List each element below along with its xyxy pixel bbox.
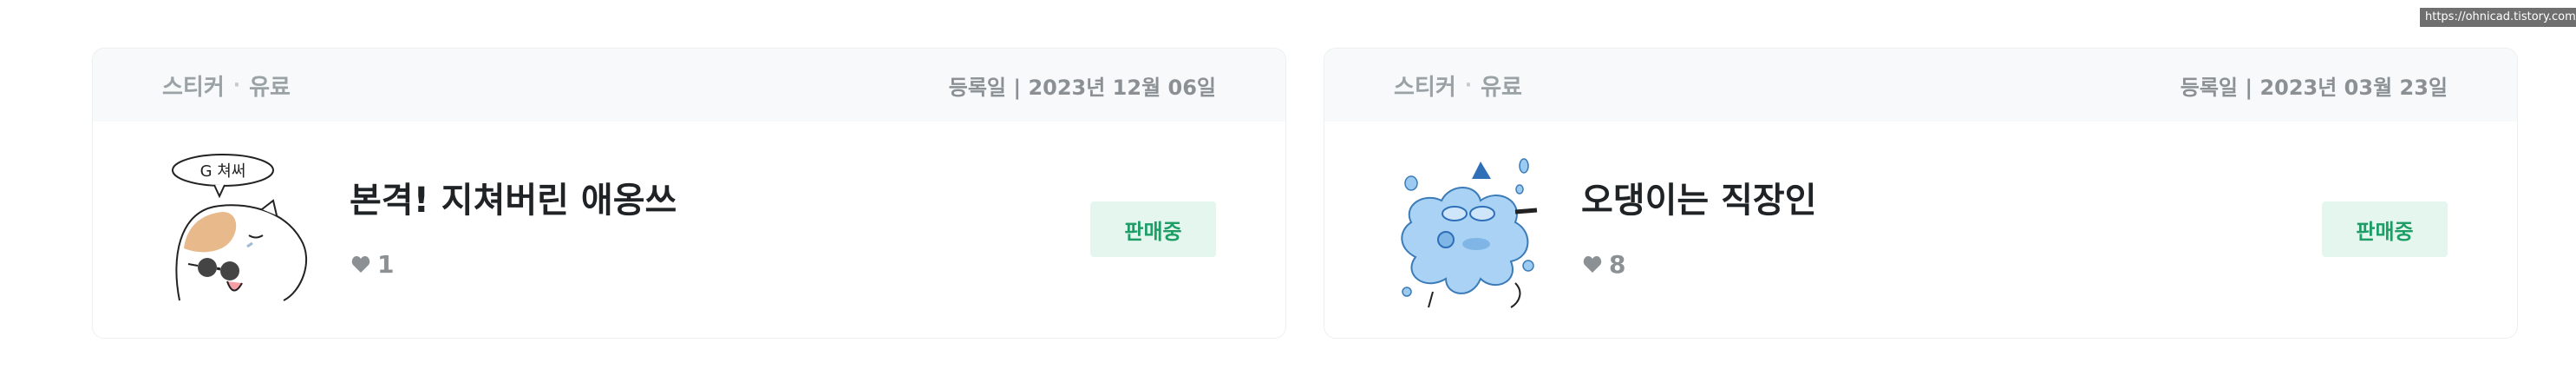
registration-date: 등록일 | 2023년 12월 06일: [948, 75, 1216, 100]
product-title[interactable]: 오댕이는 직장인: [1581, 172, 1817, 222]
tired-cat-sticker-icon[interactable]: G 쳐써: [162, 153, 318, 309]
on-sale-status-button[interactable]: 판매중: [2322, 201, 2448, 257]
speech-bubble-text: G 쳐써: [200, 162, 246, 181]
category-separator: ·: [232, 74, 241, 96]
likes-value: 8: [1609, 250, 1626, 279]
heart-icon: [351, 255, 370, 273]
category-type: 스티커: [1394, 74, 1456, 101]
category-pricing: 유료: [249, 74, 291, 101]
product-category: 스티커 · 유료: [1394, 69, 1522, 102]
heart-icon: [1583, 255, 1602, 273]
product-card[interactable]: 스티커 · 유료 등록일 | 2023년 03월 23일 오댕이는 직장인 8 …: [1324, 48, 2518, 339]
category-type: 스티커: [162, 74, 225, 101]
category-pricing: 유료: [1481, 74, 1522, 101]
product-card-body: G 쳐써 본격! 지쳐버린 애옹쓰 1 판매중: [93, 122, 1285, 338]
likes-count: 8: [1583, 250, 1625, 279]
status-bar-url: https://ohnicad.tistory.com/manage/newpo…: [2420, 8, 2576, 27]
product-card[interactable]: 스티커 · 유료 등록일 | 2023년 12월 06일 G 쳐써 본격! 지쳐…: [92, 48, 1286, 339]
product-card-header: 스티커 · 유료 등록일 | 2023년 12월 06일: [93, 49, 1285, 122]
product-card-body: 오댕이는 직장인 8 판매중: [1324, 122, 2517, 338]
on-sale-status-button[interactable]: 판매중: [1090, 201, 1216, 257]
registration-date: 등록일 | 2023년 03월 23일: [2180, 75, 2448, 100]
category-separator: ·: [1464, 74, 1473, 96]
likes-value: 1: [377, 250, 395, 279]
product-category: 스티커 · 유료: [162, 69, 291, 102]
product-card-header: 스티커 · 유료 등록일 | 2023년 03월 23일: [1324, 49, 2517, 122]
likes-count: 1: [351, 250, 394, 279]
splash-cat-sticker-icon[interactable]: [1394, 153, 1550, 309]
product-title[interactable]: 본격! 지쳐버린 애옹쓰: [350, 172, 677, 222]
